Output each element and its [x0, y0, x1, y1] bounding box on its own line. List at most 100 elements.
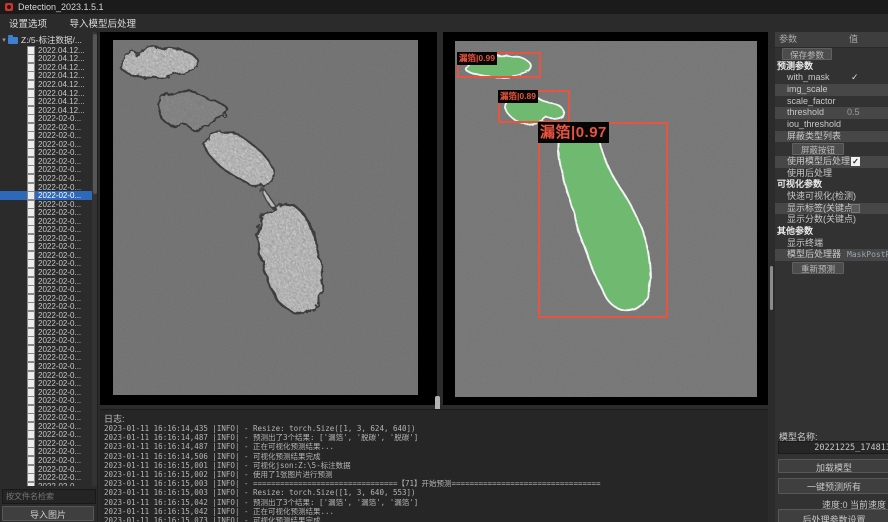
tree-item[interactable]: 2022-02-0... [0, 302, 92, 311]
checkbox-unchecked[interactable] [851, 204, 860, 213]
tree-item[interactable]: 2022.04.12... [0, 72, 92, 81]
tree-item[interactable]: 2022-02-0... [0, 251, 92, 260]
tree-item[interactable]: 2022-02-0... [0, 405, 92, 414]
param-row[interactable]: 屏蔽类型列表 [775, 131, 888, 143]
param-label: img_scale [787, 84, 828, 96]
param-label: 使用后处理 [787, 168, 832, 180]
tree-item[interactable]: 2022-02-0... [0, 200, 92, 209]
app-window: Detection_2023.1.5.1 设置选项 导入模型后处理 ▾ Z:/5… [0, 0, 888, 522]
tree-item[interactable]: 2022.04.12... [0, 106, 92, 115]
tree-item[interactable]: 2022-02-0... [0, 439, 92, 448]
tree-item[interactable]: 2022-02-0... [0, 234, 92, 243]
param-row[interactable]: 显示分数(关键点) [775, 214, 888, 226]
tree-item[interactable]: 2022-02-0... [0, 337, 92, 346]
tree-item[interactable]: 2022-02-0... [0, 345, 92, 354]
file-list: 2022.04.12...2022.04.12...2022.04.12...2… [0, 46, 92, 486]
tree-item[interactable]: 2022-02-0... [0, 131, 92, 140]
params-table-header: 参数 值 [775, 32, 888, 48]
tree-item[interactable]: 2022-02-0... [0, 465, 92, 474]
log-line: 2023-01-11 16:16:15,042 |INFO| - 正在可视化预测… [104, 507, 601, 516]
tree-item[interactable]: 2022-02-0... [0, 208, 92, 217]
tree-item[interactable]: 2022.04.12... [0, 89, 92, 98]
tree-item[interactable]: 2022-02-0... [0, 328, 92, 337]
param-row[interactable]: 使用后处理 [775, 168, 888, 180]
tree-item[interactable]: 2022-02-0... [0, 311, 92, 320]
param-row[interactable]: scale_factor [775, 96, 888, 108]
param-row[interactable]: 显示标签(关键点) [775, 203, 888, 215]
log-line: 2023-01-11 16:16:14,487 |INFO| - 正在可视化预测… [104, 442, 601, 451]
param-row[interactable]: threshold0.5 [775, 107, 888, 119]
tree-item[interactable]: 2022-02-0... [0, 379, 92, 388]
param-row[interactable]: iou_threshold [775, 119, 888, 131]
tree-item[interactable]: 2022-02-0... [0, 473, 92, 482]
load-model-button[interactable]: 加载模型 [778, 459, 888, 473]
tree-item[interactable]: 2022-02-0... [0, 174, 92, 183]
tree-item[interactable]: 2022-02-0... [0, 362, 92, 371]
menu-bar: 设置选项 导入模型后处理 [0, 14, 888, 33]
tree-item[interactable]: 2022-02-0... [0, 482, 92, 486]
tree-item[interactable]: 2022-02-0... [0, 388, 92, 397]
tree-item-selected[interactable]: 2022-02-0... [0, 191, 92, 200]
param-section-header: 其他参数 [775, 226, 888, 238]
tree-item[interactable]: 2022.04.12... [0, 46, 92, 55]
file-search-input[interactable] [2, 489, 96, 504]
param-row[interactable]: 显示终端 [775, 238, 888, 250]
param-action-button[interactable]: 重新预测 [792, 262, 844, 274]
tree-scrollbar[interactable] [92, 32, 97, 486]
title-bar: Detection_2023.1.5.1 [0, 0, 888, 14]
tree-root[interactable]: ▾ Z:/5-标注数据/... [0, 32, 92, 46]
original-image-panel[interactable] [100, 32, 437, 405]
tree-item[interactable]: 2022-02-0... [0, 354, 92, 363]
param-row[interactable]: 模型后处理器MaskPostPro [775, 249, 888, 261]
tree-item[interactable]: 2022-02-0... [0, 448, 92, 457]
tree-item[interactable]: 2022-02-0... [0, 414, 92, 423]
tree-item[interactable]: 2022-02-0... [0, 371, 92, 380]
tree-item[interactable]: 2022-02-0... [0, 422, 92, 431]
tree-item[interactable]: 2022.04.12... [0, 63, 92, 72]
import-images-button[interactable]: 导入图片 [2, 506, 94, 521]
vertical-splitter-handle[interactable] [770, 266, 773, 310]
param-label: 显示分数(关键点) [787, 214, 856, 226]
postprocess-settings-button[interactable]: 后处理参数设置 [778, 509, 888, 522]
param-row[interactable]: 快速可视化(检测) [775, 191, 888, 203]
param-label: 屏蔽类型列表 [787, 131, 841, 143]
app-logo-icon [5, 3, 13, 11]
tree-item[interactable]: 2022-02-0... [0, 431, 92, 440]
tree-item[interactable]: 2022-02-0... [0, 225, 92, 234]
tree-item[interactable]: 2022-02-0... [0, 183, 92, 192]
tree-item[interactable]: 2022-02-0... [0, 285, 92, 294]
tree-scrollbar-thumb[interactable] [93, 34, 97, 194]
tree-root-label: Z:/5-标注数据/... [21, 34, 82, 46]
prediction-image-panel[interactable]: 漏箔|0.99漏箔|0.89漏箔|0.97 [443, 32, 768, 405]
param-row[interactable]: with_mask✓ [775, 72, 888, 84]
tree-item[interactable]: 2022.04.12... [0, 80, 92, 89]
model-name-field[interactable]: 20221225_174813 [778, 441, 888, 454]
tree-item[interactable]: 2022-02-0... [0, 114, 92, 123]
tree-item[interactable]: 2022-02-0... [0, 320, 92, 329]
tree-item[interactable]: 2022.04.12... [0, 97, 92, 106]
params-table: 保存参数预测参数with_mask✓img_scalescale_factort… [775, 47, 888, 275]
tree-item[interactable]: 2022-02-0... [0, 456, 92, 465]
file-tree: ▾ Z:/5-标注数据/... 2022.04.12...2022.04.12.… [0, 32, 92, 486]
tree-item[interactable]: 2022-02-0... [0, 166, 92, 175]
tree-item[interactable]: 2022-02-0... [0, 140, 92, 149]
log-line: 2023-01-11 16:16:15,042 |INFO| - 预测出了3个结… [104, 498, 601, 507]
tree-item[interactable]: 2022-02-0... [0, 396, 92, 405]
param-row[interactable]: 使用模型后处理✓ [775, 156, 888, 168]
tree-item[interactable]: 2022.04.12... [0, 55, 92, 64]
param-action-button[interactable]: 屏蔽按钮 [792, 143, 844, 155]
tree-item[interactable]: 2022-02-0... [0, 294, 92, 303]
param-row[interactable]: img_scale [775, 84, 888, 96]
param-action-button[interactable]: 保存参数 [782, 48, 832, 60]
tree-item[interactable]: 2022-02-0... [0, 149, 92, 158]
tree-item[interactable]: 2022-02-0... [0, 157, 92, 166]
predict-all-button[interactable]: 一键预测所有 [778, 478, 888, 494]
tree-item[interactable]: 2022-02-0... [0, 268, 92, 277]
tree-item[interactable]: 2022-02-0... [0, 243, 92, 252]
tree-item[interactable]: 2022-02-0... [0, 123, 92, 132]
tree-item[interactable]: 2022-02-0... [0, 277, 92, 286]
tree-item[interactable]: 2022-02-0... [0, 217, 92, 226]
tree-item[interactable]: 2022-02-0... [0, 260, 92, 269]
checkbox-checked[interactable]: ✓ [851, 157, 860, 166]
expand-arrow-icon[interactable]: ▾ [0, 36, 8, 44]
